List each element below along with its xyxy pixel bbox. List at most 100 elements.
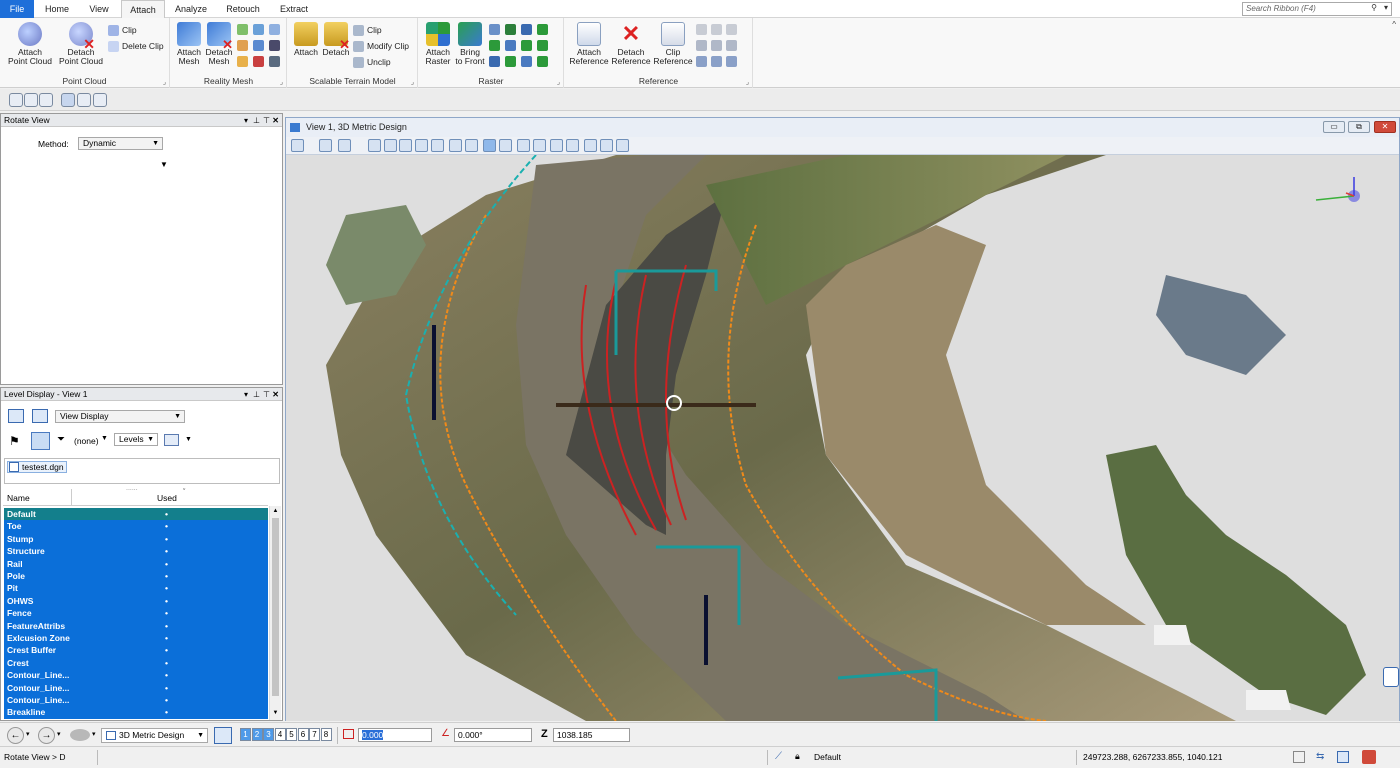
view-button[interactable]: 5 (286, 728, 297, 741)
mesh-tool-icon[interactable] (269, 40, 280, 51)
minimize-button[interactable]: ▭ (1323, 121, 1345, 133)
level-row[interactable]: Breakline • (4, 706, 268, 719)
rotate-view-icon[interactable] (9, 93, 23, 107)
camera-icon[interactable] (465, 139, 478, 152)
level-row[interactable]: Pit • (4, 582, 268, 595)
model-dropdown[interactable]: 3D Metric Design ▼ (101, 728, 208, 743)
raster-tool-icon[interactable] (505, 40, 516, 51)
mesh-tool-icon[interactable] (253, 24, 264, 35)
view-select-icon[interactable] (32, 409, 48, 423)
reference-tool-icon[interactable] (726, 56, 737, 67)
tab-retouch[interactable]: Retouch (220, 0, 266, 18)
clip-button[interactable]: Clip (108, 23, 137, 37)
message-icon[interactable] (1293, 751, 1305, 763)
mesh-tool-icon[interactable] (237, 56, 248, 67)
filter-value[interactable]: (none) (74, 436, 99, 446)
window-area-icon[interactable] (399, 139, 412, 152)
rotate-view-icon[interactable] (24, 93, 38, 107)
hierarchy-icon[interactable] (31, 432, 50, 450)
display-style-icon[interactable] (584, 139, 597, 152)
reference-tool-icon[interactable] (711, 24, 722, 35)
close-icon[interactable]: ✕ (272, 114, 279, 127)
view-attributes-icon[interactable] (600, 139, 613, 152)
method-dropdown[interactable]: Dynamic ▼ (78, 137, 163, 150)
raster-tool-icon[interactable] (505, 24, 516, 35)
back-icon[interactable]: ← (7, 727, 24, 744)
rotate-view-icon[interactable] (39, 93, 53, 107)
update-icon[interactable] (616, 139, 629, 152)
level-row[interactable]: FeatureAttribs • (4, 619, 268, 632)
reference-tool-icon[interactable] (726, 24, 737, 35)
dialog-launcher-icon[interactable]: ⌟ (411, 78, 414, 86)
dialog-launcher-icon[interactable]: ⌟ (557, 78, 560, 86)
rotate-view-icon[interactable] (77, 93, 91, 107)
chevron-down-icon[interactable]: ▾ (92, 730, 96, 738)
update-icon[interactable] (319, 139, 332, 152)
mesh-tool-icon[interactable] (253, 56, 264, 67)
detach-mesh-button[interactable]: ✕ Detach Mesh (205, 22, 233, 66)
terrain-clip-button[interactable]: Clip (353, 23, 382, 37)
render-icon[interactable] (550, 139, 563, 152)
raster-tool-icon[interactable] (537, 24, 548, 35)
raster-tool-icon[interactable] (489, 24, 500, 35)
reference-tool-icon[interactable] (696, 56, 707, 67)
attach-reference-button[interactable]: Attach Reference (568, 22, 610, 66)
close-button[interactable]: ✕ (1374, 121, 1396, 133)
pan-icon[interactable] (431, 139, 444, 152)
snap-icon[interactable]: ⟋ (775, 751, 787, 763)
view-button[interactable]: 6 (297, 728, 309, 741)
attach-mesh-button[interactable]: Attach Mesh (175, 22, 203, 66)
rotate-icon[interactable] (415, 139, 428, 152)
alert-icon[interactable] (1362, 750, 1376, 764)
level-tool-icon[interactable]: ⚑ (9, 434, 23, 448)
model-icon[interactable] (70, 729, 90, 741)
mesh-tool-icon[interactable] (237, 40, 248, 51)
close-icon[interactable]: ✕ (272, 388, 279, 401)
scroll-down-icon[interactable]: ▼ (271, 710, 280, 718)
x-input[interactable]: 0.000 (358, 728, 432, 742)
clip-mask-icon[interactable] (517, 139, 530, 152)
attach-point-cloud-button[interactable]: Attach Point Cloud (6, 22, 54, 66)
zoom-out-icon[interactable] (368, 139, 381, 152)
rotate-view-icon[interactable] (61, 93, 75, 107)
chevron-down-icon[interactable]: ▾ (57, 730, 61, 738)
mesh-tool-icon[interactable] (269, 56, 280, 67)
mesh-tool-icon[interactable] (269, 24, 280, 35)
level-row[interactable]: Default • (4, 508, 268, 521)
levels-dropdown[interactable]: Levels ▼ (114, 433, 158, 446)
forward-icon[interactable]: → (38, 727, 55, 744)
column-used[interactable]: Used (157, 493, 177, 503)
tab-view[interactable]: View (80, 0, 118, 18)
raster-tool-icon[interactable] (537, 56, 548, 67)
level-row[interactable]: Fence • (4, 607, 268, 620)
dialog-launcher-icon[interactable]: ⌟ (280, 78, 283, 86)
pin-icon[interactable]: ⊥ (253, 114, 260, 127)
walk-icon[interactable] (449, 139, 462, 152)
chevron-down-icon[interactable]: ▾ (1384, 3, 1388, 12)
attach-terrain-button[interactable]: Attach (291, 22, 321, 57)
unclip-button[interactable]: Unclip (353, 55, 391, 69)
dialog-launcher-icon[interactable]: ⌟ (163, 78, 166, 86)
zoom-in-icon[interactable] (338, 139, 351, 152)
search-ribbon-input[interactable]: Search Ribbon (F4) ⚲ ▾ (1242, 2, 1392, 16)
file-node[interactable]: testest.dgn (7, 461, 67, 473)
view-display-icon[interactable] (533, 139, 546, 152)
fit-view-icon[interactable] (384, 139, 397, 152)
scroll-thumb[interactable] (272, 518, 279, 696)
raster-tool-icon[interactable] (505, 56, 516, 67)
rotate-view-icon[interactable] (93, 93, 107, 107)
copy-view-icon[interactable] (483, 139, 496, 152)
raster-tool-icon[interactable] (521, 40, 532, 51)
raster-tool-icon[interactable] (489, 40, 500, 51)
level-row[interactable]: Contour_Line... • (4, 694, 268, 707)
view-groups-icon[interactable] (214, 727, 232, 744)
view-button[interactable]: 2 (251, 728, 263, 741)
tab-attach[interactable]: Attach (121, 0, 165, 19)
view-button[interactable]: 4 (274, 728, 286, 741)
panel-menu-icon[interactable]: ▾ (244, 114, 248, 127)
level-row[interactable]: Toe • (4, 520, 268, 533)
level-row[interactable]: Stump • (4, 532, 268, 546)
pin-icon[interactable]: ⊤ (263, 114, 270, 127)
raster-tool-icon[interactable] (489, 56, 500, 67)
raster-tool-icon[interactable] (537, 40, 548, 51)
